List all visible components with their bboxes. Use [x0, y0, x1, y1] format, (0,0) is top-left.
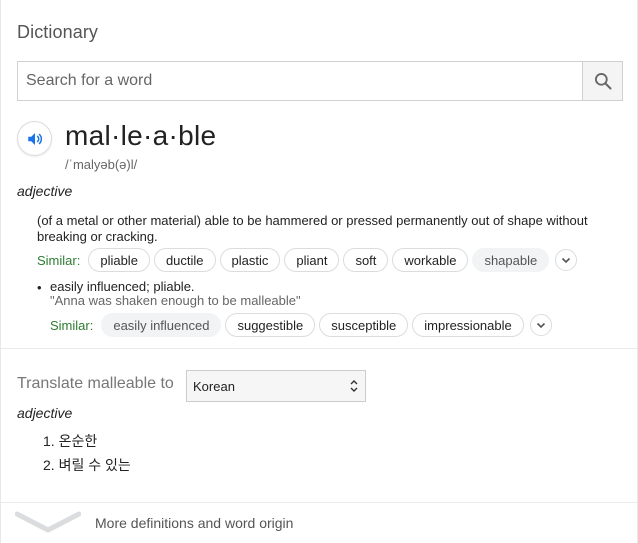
- headword: mal·le·a·ble: [65, 120, 217, 151]
- more-definitions-link[interactable]: More definitions and word origin: [1, 503, 638, 543]
- similar-chip[interactable]: ductile: [153, 248, 216, 272]
- language-select-value: Korean: [193, 378, 235, 394]
- select-arrows-icon: [350, 380, 358, 392]
- definition-2: easily influenced; pliable.: [50, 279, 195, 294]
- pronunciation: /ˈmalyəb(ə)l/: [65, 157, 138, 172]
- similar-label: Similar:: [50, 317, 94, 333]
- translation-item: 2. 벼릴 수 있는: [43, 457, 131, 473]
- search-button[interactable]: [582, 62, 622, 100]
- similar-chip[interactable]: suggestible: [225, 313, 316, 337]
- search-icon: [594, 73, 611, 90]
- similar-chip[interactable]: pliant: [284, 248, 340, 272]
- similar-chip[interactable]: easily influenced: [101, 313, 222, 337]
- language-select[interactable]: Korean: [186, 370, 366, 402]
- translate-label: Translate malleable to: [17, 375, 174, 392]
- similar-chip[interactable]: pliable: [88, 248, 150, 272]
- expand-similar-button[interactable]: [555, 249, 578, 271]
- expand-similar-button[interactable]: [529, 314, 552, 336]
- search-input[interactable]: [18, 62, 582, 100]
- definition-1: (of a metal or other material) able to b…: [37, 213, 588, 244]
- chevron-down-icon: [536, 322, 545, 329]
- similar-chip[interactable]: impressionable: [412, 313, 524, 337]
- similar-chip[interactable]: soft: [343, 248, 389, 272]
- bullet: •: [37, 280, 42, 295]
- similar-row-2: Similar: easily influenced suggestible s…: [50, 313, 552, 337]
- part-of-speech: adjective: [17, 183, 73, 199]
- similar-chip[interactable]: workable: [392, 248, 469, 272]
- dictionary-card: Dictionary mal·le·a·ble /ˈmalyəb(ə)l/ ad…: [0, 0, 638, 543]
- definition-2-example: "Anna was shaken enough to be malleable": [50, 293, 301, 308]
- similar-row-1: Similar: pliable ductile plastic pliant …: [37, 248, 578, 272]
- more-definitions-label: More definitions and word origin: [95, 515, 294, 531]
- search-box: [17, 61, 623, 101]
- translation-item: 1. 온순한: [43, 433, 98, 449]
- similar-chip[interactable]: shapable: [472, 248, 550, 272]
- divider: [1, 348, 638, 349]
- similar-label: Similar:: [37, 252, 81, 268]
- similar-chip[interactable]: plastic: [219, 248, 281, 272]
- speaker-icon: [27, 132, 42, 145]
- chevron-down-icon: [562, 257, 571, 264]
- card-title: Dictionary: [17, 22, 99, 42]
- pronunciation-audio-button[interactable]: [17, 121, 52, 156]
- translation-part-of-speech: adjective: [17, 405, 73, 421]
- chevron-down-icon: [15, 511, 81, 533]
- similar-chip[interactable]: susceptible: [319, 313, 409, 337]
